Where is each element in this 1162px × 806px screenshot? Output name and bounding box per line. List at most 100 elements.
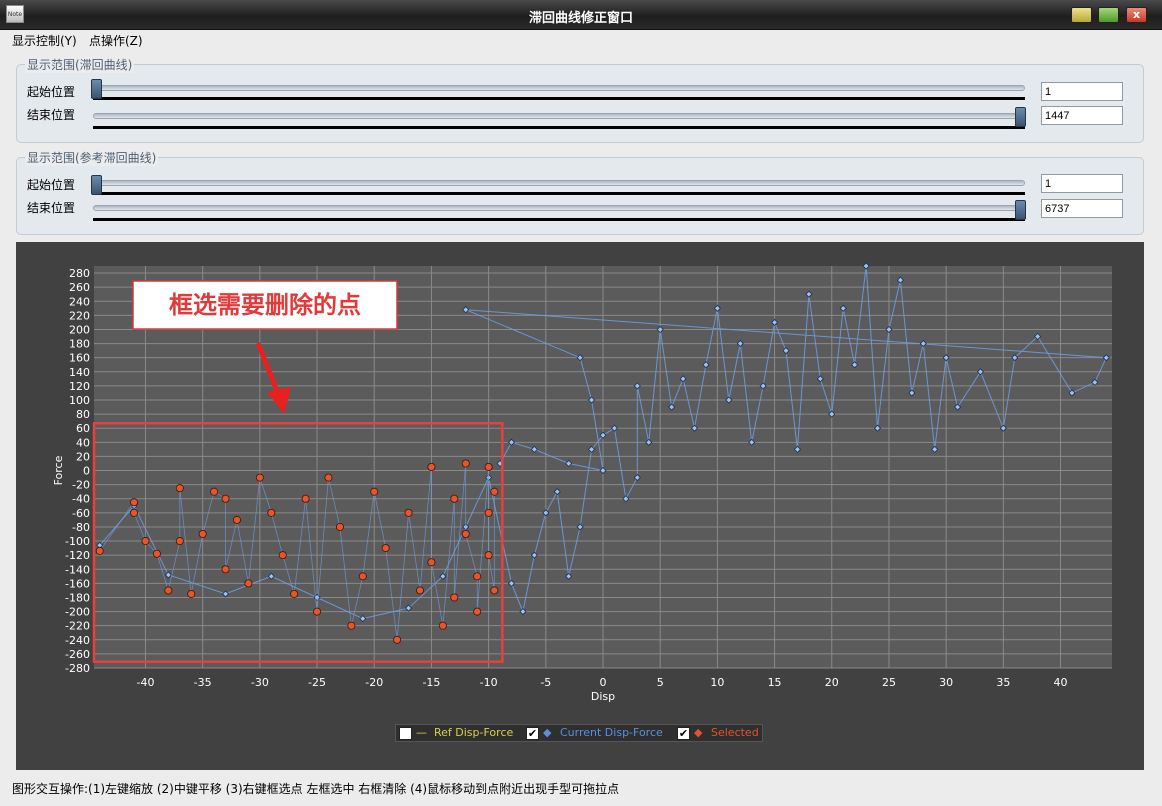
selected-point (381, 544, 390, 553)
ref-start-position-input[interactable] (1041, 174, 1123, 193)
selected-point (187, 589, 196, 598)
selected-point (301, 494, 310, 503)
selected-point (427, 558, 436, 567)
y-tick-label: 40 (76, 436, 90, 449)
close-button[interactable]: x (1126, 7, 1147, 23)
y-tick-label: -120 (65, 549, 90, 562)
annotation-text: 框选需要删除的点 (169, 291, 361, 319)
x-tick-label: -30 (251, 676, 269, 689)
minimize-button[interactable] (1071, 7, 1092, 23)
selected-point (244, 579, 253, 588)
selected-point (221, 565, 230, 574)
selected-point (130, 498, 139, 507)
selected-series-swatch: ◆ (694, 726, 703, 739)
y-tick-label: 180 (69, 338, 90, 351)
ref-series-checkbox[interactable] (399, 727, 412, 740)
x-axis-label: Disp (591, 690, 615, 703)
selected-point (490, 487, 499, 496)
y-tick-label: -20 (72, 479, 90, 492)
menu-display-control[interactable]: 显示控制(Y) (12, 32, 77, 49)
slider-underline (93, 97, 1025, 100)
selected-point (473, 607, 482, 616)
selected-point (358, 572, 367, 581)
selected-point (278, 551, 287, 560)
range-group-primary-title: 显示范围(滞回曲线) (25, 56, 135, 73)
selected-point (484, 508, 493, 517)
start-slider-thumb[interactable] (91, 79, 102, 99)
x-tick-label: 40 (1054, 676, 1068, 689)
selected-point (484, 551, 493, 560)
start-position-input[interactable] (1041, 82, 1123, 101)
x-tick-label: 15 (768, 676, 782, 689)
ref-end-position-slider[interactable] (93, 205, 1025, 211)
x-tick-label: 20 (825, 676, 839, 689)
plot-panel[interactable]: -40 -35 -30 -25 -20 -15 -10 -5 0 5 10 15 20 25 30 35 40 2… (16, 242, 1144, 770)
selected-point (267, 508, 276, 517)
y-axis-label: Force (52, 455, 65, 485)
y-tick-label: 260 (69, 281, 90, 294)
selected-point (164, 586, 173, 595)
x-tick-label: -25 (308, 676, 326, 689)
current-series-label: Current Disp-Force (560, 726, 663, 739)
current-series-checkbox[interactable]: ✔ (526, 727, 539, 740)
end-slider-thumb[interactable] (1015, 107, 1026, 127)
y-tick-label: 0 (83, 465, 90, 478)
selected-point (450, 593, 459, 602)
y-tick-label: -220 (65, 620, 90, 633)
selected-point (95, 546, 104, 555)
ref-start-position-label: 起始位置 (27, 178, 76, 192)
x-tick-label: -35 (194, 676, 212, 689)
ref-series-swatch: — (416, 726, 427, 739)
x-tick-label: -10 (480, 676, 498, 689)
start-position-slider[interactable] (93, 85, 1025, 91)
selected-point (450, 494, 459, 503)
y-tick-label: -80 (72, 521, 90, 534)
selected-point (175, 484, 184, 493)
x-tick-label: -5 (540, 676, 551, 689)
y-tick-label: -260 (65, 648, 90, 661)
window-title: 滞回曲线修正窗口 (528, 11, 633, 26)
end-position-slider[interactable] (93, 113, 1025, 119)
disp-force-chart[interactable]: -40 -35 -30 -25 -20 -15 -10 -5 0 5 10 15 20 25 30 35 402… (16, 242, 1144, 770)
y-tick-label: -180 (65, 591, 90, 604)
start-position-label: 起始位置 (27, 85, 76, 99)
x-tick-label: 30 (939, 676, 953, 689)
selected-point (347, 621, 356, 630)
y-tick-label: 240 (69, 295, 90, 308)
ref-end-slider-thumb[interactable] (1015, 200, 1026, 220)
legend: — Ref Disp-Force ✔ ◆ Current Disp-Force … (395, 724, 763, 742)
y-tick-label: -280 (65, 662, 90, 675)
x-tick-label: -15 (422, 676, 440, 689)
ref-end-position-input[interactable] (1041, 199, 1123, 218)
selected-point (152, 549, 161, 558)
selected-series-label: Selected (711, 726, 759, 739)
menu-bar: 显示控制(Y) 点操作(Z) (0, 30, 1162, 49)
y-tick-label: -40 (72, 493, 90, 506)
selected-point (290, 589, 299, 598)
ref-end-position-label: 结束位置 (27, 201, 76, 215)
y-tick-label: 80 (76, 408, 90, 421)
end-position-input[interactable] (1041, 106, 1123, 125)
maximize-button[interactable] (1098, 7, 1119, 23)
y-tick-label: 280 (69, 267, 90, 280)
x-tick-label: 10 (710, 676, 724, 689)
selected-point (335, 522, 344, 531)
slider-underline (93, 192, 1025, 195)
y-tick-label: 140 (69, 366, 90, 379)
ref-start-slider-thumb[interactable] (91, 175, 102, 195)
x-tick-label: 5 (657, 676, 664, 689)
selected-point (141, 537, 150, 546)
selected-series-checkbox[interactable]: ✔ (677, 727, 690, 740)
selected-point (221, 494, 230, 503)
ref-start-position-slider[interactable] (93, 180, 1025, 186)
selected-point (461, 459, 470, 468)
y-tick-label: -140 (65, 563, 90, 576)
slider-underline (93, 126, 1025, 129)
x-tick-label: -40 (136, 676, 154, 689)
x-tick-label: 0 (600, 676, 607, 689)
selected-point (370, 487, 379, 496)
end-position-label: 结束位置 (27, 108, 76, 122)
y-tick-label: 60 (76, 422, 90, 435)
selected-point (313, 607, 322, 616)
menu-point-operation[interactable]: 点操作(Z) (89, 32, 143, 49)
